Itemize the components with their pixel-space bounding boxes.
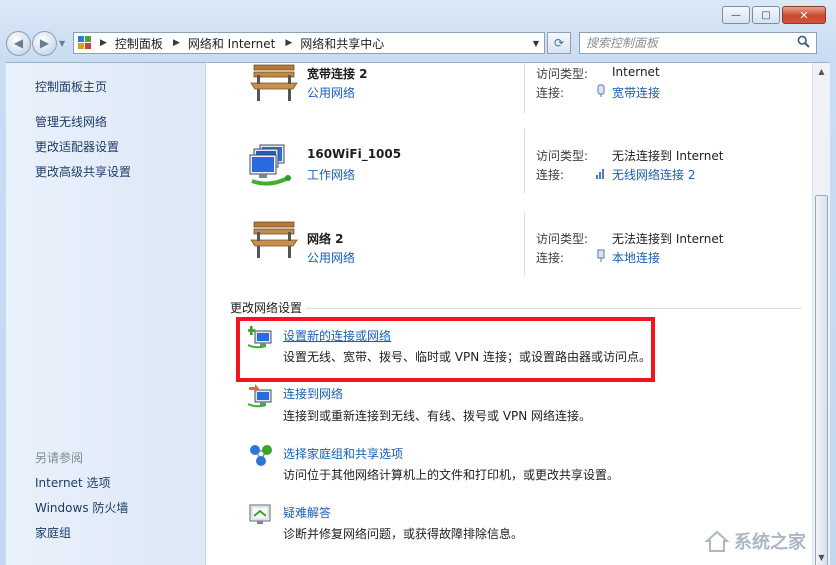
task-link-homegroup-sharing[interactable]: 选择家庭组和共享选项 xyxy=(283,445,403,462)
park-bench-icon xyxy=(250,64,298,101)
network-category-link[interactable]: 公用网络 xyxy=(307,84,355,101)
connection-link[interactable]: 无线网络连接 2 xyxy=(612,166,695,183)
network-category-link[interactable]: 公用网络 xyxy=(307,249,355,266)
forward-arrow-icon: ▶ xyxy=(39,36,50,50)
scrollbar-thumb[interactable] xyxy=(815,195,828,565)
network-name: 宽带连接 2 xyxy=(307,67,368,81)
access-type-label: 访问类型: xyxy=(536,232,589,246)
refresh-icon: ⟳ xyxy=(553,36,565,50)
network-name: 160WiFi_1005 xyxy=(307,147,402,161)
caption-buttons: — □ ✕ xyxy=(722,6,826,24)
house-logo-icon xyxy=(704,530,730,552)
connection-link[interactable]: 本地连接 xyxy=(612,249,660,266)
task-description: 诊断并修复网络问题，或获得故障排除信息。 xyxy=(283,527,524,541)
forward-button[interactable]: ▶ xyxy=(32,30,57,56)
access-type-value: Internet xyxy=(612,65,660,79)
sidebar-link-adapter-settings[interactable]: 更改适配器设置 xyxy=(35,138,119,155)
network-category-link[interactable]: 工作网络 xyxy=(307,166,355,183)
scroll-up-icon[interactable]: ▲ xyxy=(813,63,830,79)
navigation-bar: ◀ ▶ ▼ ▶ 控制面板 ▶ 网络和 Internet ▶ 网络和共享中心 ▼ … xyxy=(6,28,830,58)
explorer-window: — □ ✕ ◀ ▶ ▼ ▶ 控制面板 ▶ 网络和 Internet ▶ 网络和共… xyxy=(0,0,836,565)
back-arrow-icon: ◀ xyxy=(13,36,24,50)
divider xyxy=(524,213,525,275)
sidebar-link-control-panel-home[interactable]: 控制面板主页 xyxy=(35,78,107,95)
divider xyxy=(524,63,525,113)
sidebar-link-homegroup[interactable]: 家庭组 xyxy=(35,524,71,541)
divider xyxy=(524,129,525,193)
main-panel: 宽带连接 2 公用网络 访问类型: Internet 连接: 宽带连接 160W… xyxy=(206,63,812,565)
task-link-troubleshoot[interactable]: 疑难解答 xyxy=(283,504,331,521)
address-history-dropdown[interactable]: ▼ xyxy=(528,33,544,53)
see-also-heading: 另请参阅 xyxy=(35,451,84,465)
work-network-icon xyxy=(249,144,291,186)
access-type-value: 无法连接到 Internet xyxy=(612,232,724,246)
section-title: 更改网络设置 xyxy=(230,301,303,315)
crumb-separator-icon[interactable]: ▶ xyxy=(173,38,180,48)
site-watermark: 系统之家 xyxy=(656,523,806,559)
sidebar-link-advanced-sharing[interactable]: 更改高级共享设置 xyxy=(35,163,131,180)
wireless-signal-icon xyxy=(596,169,604,179)
network-name: 网络 2 xyxy=(307,232,344,246)
search-icon[interactable] xyxy=(797,35,810,51)
scroll-down-icon[interactable]: ▼ xyxy=(813,549,830,565)
task-link-connect-network[interactable]: 连接到网络 xyxy=(283,385,343,402)
red-highlight-box xyxy=(236,317,655,382)
vertical-scrollbar[interactable]: ▲ ▼ xyxy=(812,63,830,565)
access-type-value: 无法连接到 Internet xyxy=(612,149,724,163)
task-description: 连接到或重新连接到无线、有线、拨号或 VPN 网络连接。 xyxy=(283,409,592,423)
crumb-separator-icon[interactable]: ▶ xyxy=(285,38,292,48)
address-bar[interactable]: ▶ 控制面板 ▶ 网络和 Internet ▶ 网络和共享中心 ▼ xyxy=(73,32,545,54)
content-area: 控制面板主页 管理无线网络 更改适配器设置 更改高级共享设置 另请参阅 Inte… xyxy=(6,62,830,565)
access-type-label: 访问类型: xyxy=(536,67,589,81)
connection-label: 连接: xyxy=(536,168,565,182)
connect-network-icon xyxy=(248,384,272,408)
access-type-label: 访问类型: xyxy=(536,149,589,163)
back-button[interactable]: ◀ xyxy=(6,30,31,56)
sidebar-link-internet-options[interactable]: Internet 选项 xyxy=(35,474,110,491)
crumb-separator-icon[interactable]: ▶ xyxy=(100,38,107,48)
task-sidebar: 控制面板主页 管理无线网络 更改适配器设置 更改高级共享设置 另请参阅 Inte… xyxy=(6,63,206,565)
park-bench-icon xyxy=(250,221,298,258)
homegroup-icon xyxy=(250,445,272,466)
watermark-text: 系统之家 xyxy=(734,532,806,553)
section-divider xyxy=(306,308,801,309)
minimize-button[interactable]: — xyxy=(722,6,750,24)
ethernet-icon xyxy=(597,249,605,262)
breadcrumb-network-sharing-center[interactable]: 网络和共享中心 xyxy=(300,35,384,52)
search-box[interactable] xyxy=(579,32,817,54)
search-input[interactable] xyxy=(586,34,797,52)
sidebar-link-windows-firewall[interactable]: Windows 防火墙 xyxy=(35,499,128,516)
connection-label: 连接: xyxy=(536,86,565,100)
task-description: 访问位于其他网络计算机上的文件和打印机，或更改共享设置。 xyxy=(283,468,620,482)
sidebar-link-manage-wireless[interactable]: 管理无线网络 xyxy=(35,113,107,130)
refresh-button[interactable]: ⟳ xyxy=(547,32,571,54)
dialup-icon xyxy=(597,84,605,97)
connection-link[interactable]: 宽带连接 xyxy=(612,84,660,101)
breadcrumb-network-internet[interactable]: 网络和 Internet xyxy=(188,35,275,52)
troubleshoot-icon xyxy=(249,504,271,524)
recent-pages-dropdown[interactable]: ▼ xyxy=(59,39,69,48)
control-panel-icon xyxy=(78,36,92,50)
close-button[interactable]: ✕ xyxy=(782,6,826,24)
connection-label: 连接: xyxy=(536,251,565,265)
breadcrumb-control-panel[interactable]: 控制面板 xyxy=(115,35,163,52)
maximize-button[interactable]: □ xyxy=(752,6,780,24)
